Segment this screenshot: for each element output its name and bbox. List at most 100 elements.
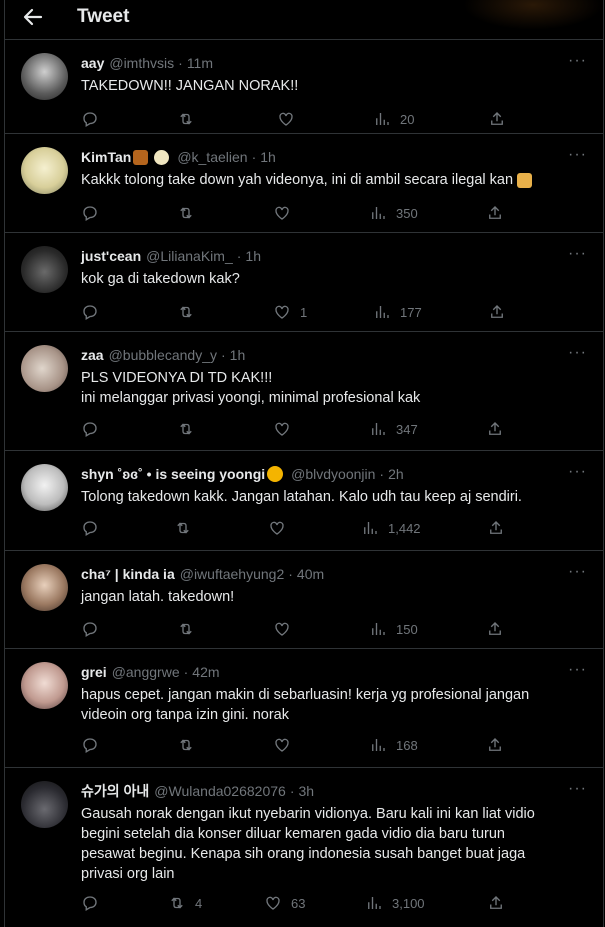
- reply-button[interactable]: [81, 419, 99, 439]
- author-handle[interactable]: @anggrwe: [112, 663, 180, 681]
- views-count: 350: [396, 205, 418, 221]
- more-icon[interactable]: ···: [568, 563, 587, 581]
- retweet-button[interactable]: 4: [168, 893, 202, 913]
- share-button[interactable]: [488, 109, 506, 129]
- share-button[interactable]: [487, 518, 505, 538]
- tweet-item[interactable]: cha⁷ | kinda ia @iwuftaehyung2 · 40m ···…: [5, 550, 603, 648]
- views-button[interactable]: 350: [369, 203, 418, 223]
- more-icon[interactable]: ···: [568, 661, 587, 679]
- author-handle[interactable]: @Wulanda02682076: [154, 782, 286, 800]
- reply-button[interactable]: [81, 619, 99, 639]
- like-button[interactable]: [268, 518, 286, 538]
- reply-button[interactable]: [81, 302, 99, 322]
- views-count: 150: [396, 621, 418, 637]
- author-name[interactable]: shyn ˚ʚɞ˚ • is seeing yoongi: [81, 465, 265, 483]
- like-button[interactable]: [273, 419, 291, 439]
- avatar[interactable]: [21, 662, 68, 709]
- more-icon[interactable]: ···: [568, 245, 587, 263]
- views-button[interactable]: 347: [369, 419, 418, 439]
- views-count: 20: [400, 111, 415, 127]
- retweet-button[interactable]: [177, 419, 195, 439]
- reply-button[interactable]: [81, 893, 99, 913]
- timestamp[interactable]: 1h: [260, 148, 276, 166]
- author-handle[interactable]: @blvdyoonjin: [291, 465, 375, 483]
- retweet-button[interactable]: [177, 109, 195, 129]
- author-name[interactable]: KimTan: [81, 148, 131, 166]
- author-name[interactable]: 슈가의 아내: [81, 782, 149, 800]
- more-icon[interactable]: ···: [568, 52, 587, 70]
- more-icon[interactable]: ···: [568, 780, 587, 798]
- author-name[interactable]: grei: [81, 663, 107, 681]
- views-button[interactable]: 3,100: [365, 893, 425, 913]
- views-icon: [376, 306, 389, 318]
- author-name[interactable]: zaa: [81, 346, 104, 364]
- author-name[interactable]: cha⁷ | kinda ia: [81, 565, 175, 583]
- timestamp[interactable]: 11m: [187, 54, 213, 72]
- retweet-icon: [180, 306, 192, 318]
- author-handle[interactable]: @k_taelien: [177, 148, 247, 166]
- timestamp[interactable]: 3h: [298, 782, 314, 800]
- timestamp[interactable]: 42m: [192, 663, 219, 681]
- reply-button[interactable]: [81, 109, 99, 129]
- views-button[interactable]: 168: [369, 735, 418, 755]
- views-icon: [372, 739, 385, 751]
- author-name[interactable]: just'cean: [81, 247, 141, 265]
- views-button[interactable]: 1,442: [361, 518, 421, 538]
- views-button[interactable]: 177: [373, 302, 422, 322]
- avatar[interactable]: [21, 246, 68, 293]
- tweet-item[interactable]: KimTan @k_taelien · 1h ··· Kakkk tolong …: [5, 133, 603, 232]
- share-button[interactable]: [488, 302, 506, 322]
- author-handle[interactable]: @LilianaKim_: [146, 247, 233, 265]
- reply-button[interactable]: [81, 735, 99, 755]
- retweet-button[interactable]: [177, 203, 195, 223]
- avatar[interactable]: [21, 781, 68, 828]
- author-handle[interactable]: @imthvsis: [109, 54, 174, 72]
- share-button[interactable]: [486, 619, 504, 639]
- more-icon[interactable]: ···: [568, 463, 587, 481]
- retweet-button[interactable]: [177, 302, 195, 322]
- views-button[interactable]: 150: [369, 619, 418, 639]
- avatar[interactable]: [21, 464, 68, 511]
- timestamp[interactable]: 1h: [245, 247, 261, 265]
- back-arrow-icon[interactable]: [23, 8, 43, 26]
- tweet-text: kok ga di takedown kak?: [81, 271, 240, 287]
- more-icon[interactable]: ···: [568, 146, 587, 164]
- like-button[interactable]: 1: [273, 302, 307, 322]
- like-button[interactable]: [273, 619, 291, 639]
- views-icon: [372, 423, 385, 435]
- reply-button[interactable]: [81, 518, 99, 538]
- avatar[interactable]: [21, 147, 68, 194]
- tweet-item[interactable]: zaa @bubblecandy_y · 1h ··· PLS VIDEONYA…: [5, 331, 603, 450]
- retweet-button[interactable]: [177, 735, 195, 755]
- separator-dot: ·: [220, 347, 226, 363]
- tweet-item[interactable]: aay @imthvsis · 11m ··· TAKEDOWN!! JANGA…: [5, 39, 603, 133]
- like-button[interactable]: [273, 735, 291, 755]
- more-icon[interactable]: ···: [568, 344, 587, 362]
- share-button[interactable]: [487, 893, 505, 913]
- avatar[interactable]: [21, 345, 68, 392]
- timestamp[interactable]: 1h: [230, 346, 246, 364]
- tweet-item[interactable]: grei @anggrwe · 42m ··· hapus cepet. jan…: [5, 648, 603, 767]
- avatar[interactable]: [21, 53, 68, 100]
- share-button[interactable]: [486, 419, 504, 439]
- author-handle[interactable]: @iwuftaehyung2: [180, 565, 285, 583]
- tweet-item[interactable]: shyn ˚ʚɞ˚ • is seeing yoongi @blvdyoonji…: [5, 450, 603, 550]
- timestamp[interactable]: 40m: [297, 565, 324, 583]
- tweet-item[interactable]: just'cean @LilianaKim_ · 1h ··· kok ga d…: [5, 232, 603, 331]
- tweet-item[interactable]: 슈가의 아내 @Wulanda02682076 · 3h ··· Gausah …: [5, 767, 603, 925]
- author-handle[interactable]: @bubblecandy_y: [109, 346, 217, 364]
- share-button[interactable]: [486, 735, 504, 755]
- star-eyes-emoji-icon: [267, 466, 284, 482]
- author-name[interactable]: aay: [81, 54, 104, 72]
- share-button[interactable]: [486, 203, 504, 223]
- avatar[interactable]: [21, 564, 68, 611]
- retweet-button[interactable]: [177, 619, 195, 639]
- reply-button[interactable]: [81, 203, 99, 223]
- like-button[interactable]: 63: [264, 893, 305, 913]
- timestamp[interactable]: 2h: [388, 465, 404, 483]
- like-button[interactable]: [277, 109, 295, 129]
- reply-icon: [83, 112, 97, 127]
- retweet-button[interactable]: [174, 518, 192, 538]
- views-button[interactable]: 20: [373, 109, 414, 129]
- like-button[interactable]: [273, 203, 291, 223]
